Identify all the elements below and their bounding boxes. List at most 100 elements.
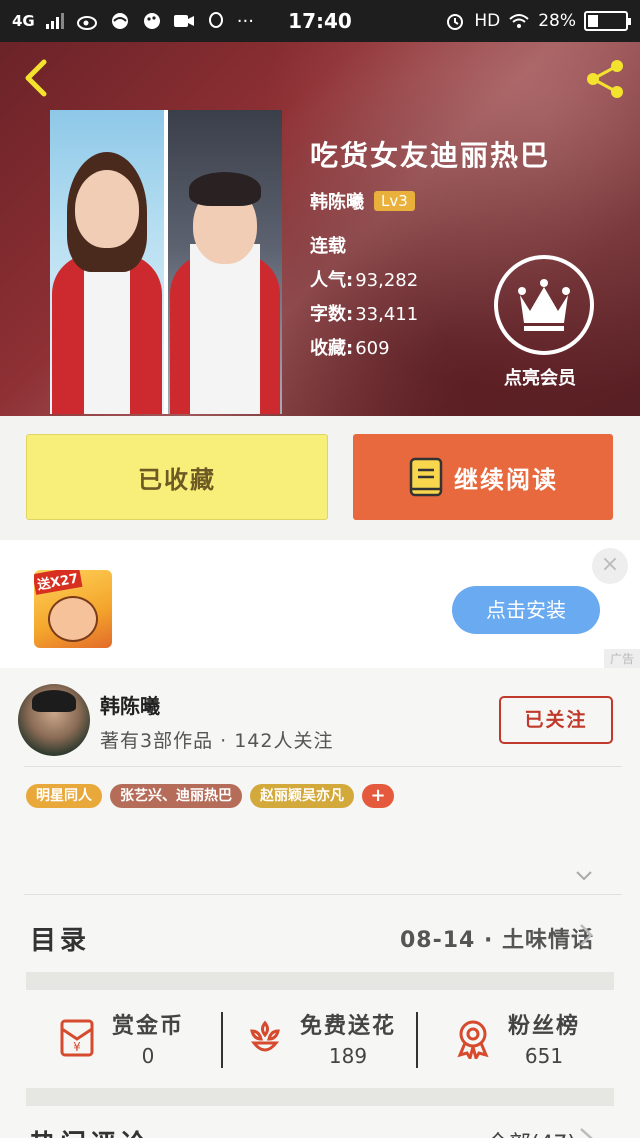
tag-list: 明星同人 张艺兴、迪丽热巴 赵丽颖吴亦凡 + [26,784,394,808]
chevron-right-icon [580,924,593,946]
word-count-value: 33,411 [355,304,419,325]
fan-ranking[interactable]: 粉丝榜 651 [452,1008,580,1068]
gift-separator [416,1012,418,1068]
ad-banner[interactable]: 送X27 × 点击安装 广告 [0,540,640,668]
popularity-label: 人气: [310,270,354,291]
medal-icon [457,1020,489,1059]
signal-icon [45,13,64,29]
serial-status: 连载 [310,236,346,257]
divider [24,894,622,895]
network-label: 4G [12,12,35,30]
book-cover[interactable] [50,110,282,414]
more-icon: ··· [236,10,254,32]
battery-percent: 28% [538,11,576,31]
ad-mark: 广告 [603,649,640,668]
gift-title: 赏金币 [112,1014,185,1039]
back-button[interactable] [18,58,52,98]
author-level-badge: Lv3 [374,191,415,211]
reward-coins-text: 赏金币 0 [112,1008,184,1068]
video-icon [173,15,194,27]
cover-right-photo [168,110,282,414]
weibo-icon [76,16,97,30]
continue-reading-button[interactable]: 继续阅读 [353,434,613,520]
cartoon-face [48,596,98,642]
author-section: 韩陈曦 著有3部作品 · 142人关注 已关注 明星同人 张艺兴、迪丽热巴 赵丽… [0,668,640,1138]
word-count-label: 字数: [310,304,354,325]
clock: 17:40 [288,9,352,33]
ad-install-button[interactable]: 点击安装 [452,586,600,634]
add-tag-button[interactable]: + [362,784,394,808]
reward-coins[interactable]: ¥ 赏金币 0 [56,1008,184,1068]
send-flowers[interactable]: 免费送花 189 [244,1008,396,1068]
word-count-stat: 字数: 33,411 [310,298,418,332]
continue-reading-label: 继续阅读 [454,465,558,494]
author-card-name[interactable]: 韩陈曦 [100,690,160,719]
collected-button[interactable]: 已收藏 [26,434,328,520]
divider [24,766,622,767]
share-button[interactable] [582,56,628,102]
popularity-value: 93,282 [355,270,419,291]
gift-count: 0 [141,1044,155,1068]
hd-label: HD [474,11,501,31]
alarm-icon [447,14,464,30]
gift-row: ¥ 赏金币 0 免费送花 189 粉丝榜 651 [0,990,640,1088]
battery-icon [584,11,631,31]
qq-icon [208,12,223,28]
palette-icon [143,13,160,29]
flower-icon [250,1020,280,1052]
book-icon [409,457,443,497]
red-envelope-icon: ¥ [60,1019,94,1057]
hot-comments-label: 热门评论 [30,1124,150,1138]
vip-button[interactable] [494,255,594,355]
figure-face [75,170,139,248]
fan-ranking-text: 粉丝榜 651 [508,1008,580,1068]
all-comments-link[interactable]: 全部(47) [487,1126,576,1138]
book-author-row: 韩陈曦 Lv3 [310,188,415,214]
gift-count: 189 [328,1044,368,1068]
favorites-value: 609 [355,338,390,359]
figure-shirt [84,264,130,414]
tag-chip[interactable]: 张艺兴、迪丽热巴 [110,784,242,808]
gift-title: 粉丝榜 [508,1014,581,1039]
book-stats: 连载 人气: 93,282 字数: 33,411 收藏: 609 [310,230,418,366]
ad-app-icon[interactable]: 送X27 [34,570,112,648]
ad-icon-tag: 送X27 [34,570,83,595]
expand-chevron-icon[interactable] [574,866,594,886]
action-bar: 已收藏 继续阅读 [0,416,640,540]
table-of-contents-row[interactable]: 目录 08-14 · 土味情话 [0,900,640,972]
tag-chip[interactable]: 明星同人 [26,784,102,808]
vip-label[interactable]: 点亮会员 [504,364,576,390]
status-bar: 4G ··· 17:40 HD 28% [0,0,640,42]
chevron-right-icon [580,1128,593,1138]
gift-count: 651 [524,1044,564,1068]
section-separator [26,972,614,990]
favorites-stat: 收藏: 609 [310,332,418,366]
wifi-icon [509,14,529,28]
follow-button[interactable]: 已关注 [499,696,613,744]
cover-left-photo [50,110,164,414]
svg-text:¥: ¥ [73,1040,81,1054]
author-card-meta: 著有3部作品 · 142人关注 [100,730,334,752]
status-left: 4G ··· [12,11,444,32]
status-right: HD 28% [444,11,631,31]
avatar-hair [32,690,76,712]
section-separator [26,1088,614,1106]
hot-comments-header[interactable]: 热门评论 全部(47) [0,1106,640,1138]
gift-separator [221,1012,223,1068]
favorites-label: 收藏: [310,338,354,359]
tag-chip[interactable]: 赵丽颖吴亦凡 [250,784,354,808]
figure-hair [189,172,261,206]
toc-label: 目录 [30,926,91,956]
book-header: 吃货女友迪丽热巴 韩陈曦 Lv3 连载 人气: 93,282 字数: 33,411 … [0,42,640,416]
app-icon [111,13,128,29]
send-flowers-text: 免费送花 189 [300,1008,396,1068]
ad-close-button[interactable]: × [592,548,628,584]
book-author[interactable]: 韩陈曦 [310,188,364,214]
popularity-stat: 人气: 93,282 [310,264,418,298]
gift-title: 免费送花 [300,1014,397,1039]
book-title: 吃货女友迪丽热巴 [310,139,551,172]
toc-latest-chapter: 08-14 · 土味情话 [399,928,594,953]
author-avatar[interactable] [18,684,90,756]
figure-shirt [190,244,260,414]
crown-icon [518,279,570,331]
